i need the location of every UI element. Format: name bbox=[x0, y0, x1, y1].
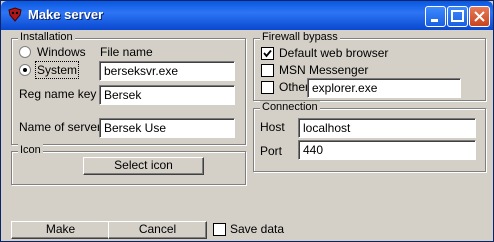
file-name-label: File name bbox=[100, 45, 153, 59]
file-name-input[interactable]: berseksvr.exe bbox=[99, 61, 235, 81]
reg-name-label: Reg name key bbox=[19, 87, 97, 101]
msn-messenger-checkbox[interactable] bbox=[261, 64, 274, 77]
save-data-label: Save data bbox=[230, 222, 285, 236]
server-name-label: Name of server bbox=[19, 120, 102, 134]
close-icon bbox=[474, 11, 485, 22]
close-button[interactable] bbox=[469, 6, 490, 27]
port-input[interactable]: 440 bbox=[298, 140, 476, 160]
installation-group-label: Installation bbox=[18, 31, 75, 43]
host-input[interactable]: localhost bbox=[298, 118, 476, 138]
other-process-input[interactable]: explorer.exe bbox=[307, 78, 461, 98]
msn-messenger-label: MSN Messenger bbox=[279, 63, 369, 77]
app-icon bbox=[8, 7, 22, 22]
radio-system-selected-dot bbox=[23, 68, 27, 72]
make-server-window: Make server Installation Windows System … bbox=[0, 0, 494, 242]
make-button[interactable]: Make bbox=[11, 221, 110, 239]
maximize-icon bbox=[451, 10, 464, 22]
checkmark-icon bbox=[263, 49, 272, 58]
maximize-button[interactable] bbox=[447, 6, 468, 27]
default-browser-label: Default web browser bbox=[279, 46, 389, 60]
radio-windows[interactable] bbox=[19, 46, 31, 58]
other-label: Other bbox=[279, 80, 310, 94]
cancel-button[interactable]: Cancel bbox=[108, 221, 207, 239]
reg-name-input[interactable]: Bersek bbox=[99, 85, 235, 105]
select-icon-button[interactable]: Select icon bbox=[83, 157, 204, 175]
radio-system[interactable] bbox=[19, 64, 31, 76]
radio-windows-label: Windows bbox=[37, 45, 86, 59]
default-browser-checkbox[interactable] bbox=[261, 47, 274, 60]
firewall-group-label: Firewall bypass bbox=[260, 31, 340, 43]
icon-group-label: Icon bbox=[18, 144, 43, 156]
other-checkbox[interactable] bbox=[261, 81, 274, 94]
minimize-button[interactable] bbox=[425, 6, 446, 27]
minimize-icon bbox=[431, 19, 438, 22]
title-bar[interactable]: Make server bbox=[1, 1, 493, 30]
connection-group-label: Connection bbox=[260, 101, 320, 113]
port-label: Port bbox=[260, 144, 283, 158]
host-label: Host bbox=[260, 120, 285, 134]
server-name-input[interactable]: Bersek Use bbox=[99, 118, 235, 138]
radio-system-label: System bbox=[34, 61, 80, 79]
window-title: Make server bbox=[28, 7, 104, 22]
save-data-checkbox[interactable] bbox=[213, 223, 226, 236]
